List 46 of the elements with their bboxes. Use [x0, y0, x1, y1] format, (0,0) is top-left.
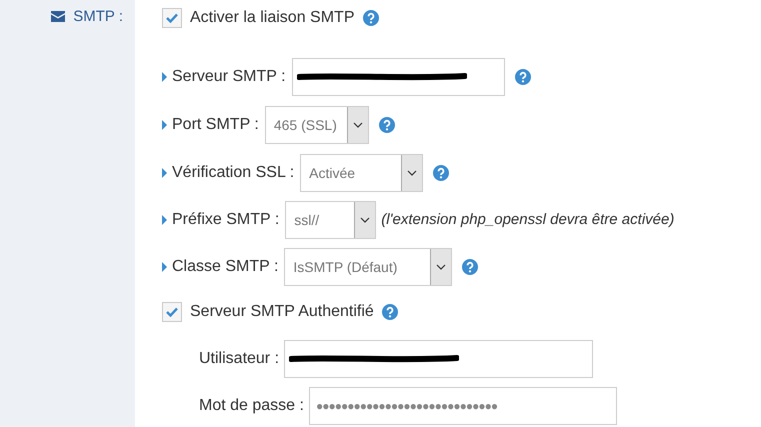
input-field[interactable]	[292, 58, 505, 96]
field-label: Port SMTP :	[172, 115, 259, 135]
bullet-icon	[162, 262, 167, 272]
check-icon	[166, 307, 178, 317]
chevron-down-icon	[360, 217, 370, 223]
field-label: Mot de passe :	[199, 396, 304, 416]
checkbox-label: Activer la liaison SMTP	[190, 8, 354, 28]
select-value: ssl//	[293, 210, 320, 230]
field-label: Préfixe SMTP :	[172, 210, 280, 230]
help-icon[interactable]	[362, 10, 378, 26]
field-label: Vérification SSL :	[172, 163, 294, 183]
dropdown-button[interactable]	[430, 249, 452, 285]
checkbox[interactable]	[162, 302, 182, 322]
section-label: SMTP :	[73, 7, 123, 27]
select-field[interactable]: ssl//	[285, 201, 376, 239]
help-icon[interactable]	[433, 165, 450, 181]
select-field[interactable]: Activée	[300, 154, 424, 192]
help-icon[interactable]	[382, 304, 398, 320]
dropdown-button[interactable]	[346, 107, 368, 143]
select-field[interactable]: IsSMTP (Défaut)	[284, 248, 452, 286]
envelope-icon	[51, 11, 66, 22]
field-label: Serveur SMTP :	[172, 67, 286, 87]
input-field[interactable]	[284, 340, 594, 378]
dropdown-button[interactable]	[354, 202, 376, 238]
select-field[interactable]: 465 (SSL)	[264, 106, 369, 144]
bullet-icon	[162, 120, 167, 130]
check-icon	[166, 13, 178, 23]
password-field[interactable]: ●●●●●●●●●●●●●●●●●●●●●●●●●●●●●	[308, 387, 617, 425]
field-label: Utilisateur :	[199, 349, 280, 369]
bullet-icon	[162, 168, 167, 178]
bullet-icon	[162, 215, 167, 225]
bullet-icon	[162, 72, 167, 82]
chevron-down-icon	[436, 264, 446, 270]
help-icon[interactable]	[462, 259, 478, 275]
select-value: 465 (SSL)	[272, 116, 338, 135]
help-icon[interactable]	[378, 117, 395, 133]
checkbox-label: Serveur SMTP Authentifié	[190, 302, 374, 322]
select-value: IsSMTP (Défaut)	[292, 258, 398, 277]
field-label: Classe SMTP :	[172, 257, 278, 277]
hint-text: (l'extension php_openssl devra être activée)	[381, 210, 674, 230]
select-value: Activée	[308, 164, 356, 182]
chevron-down-icon	[352, 122, 363, 128]
chevron-down-icon	[407, 170, 418, 176]
help-icon[interactable]	[514, 69, 531, 85]
dropdown-button[interactable]	[401, 155, 422, 191]
checkbox[interactable]	[162, 8, 182, 28]
